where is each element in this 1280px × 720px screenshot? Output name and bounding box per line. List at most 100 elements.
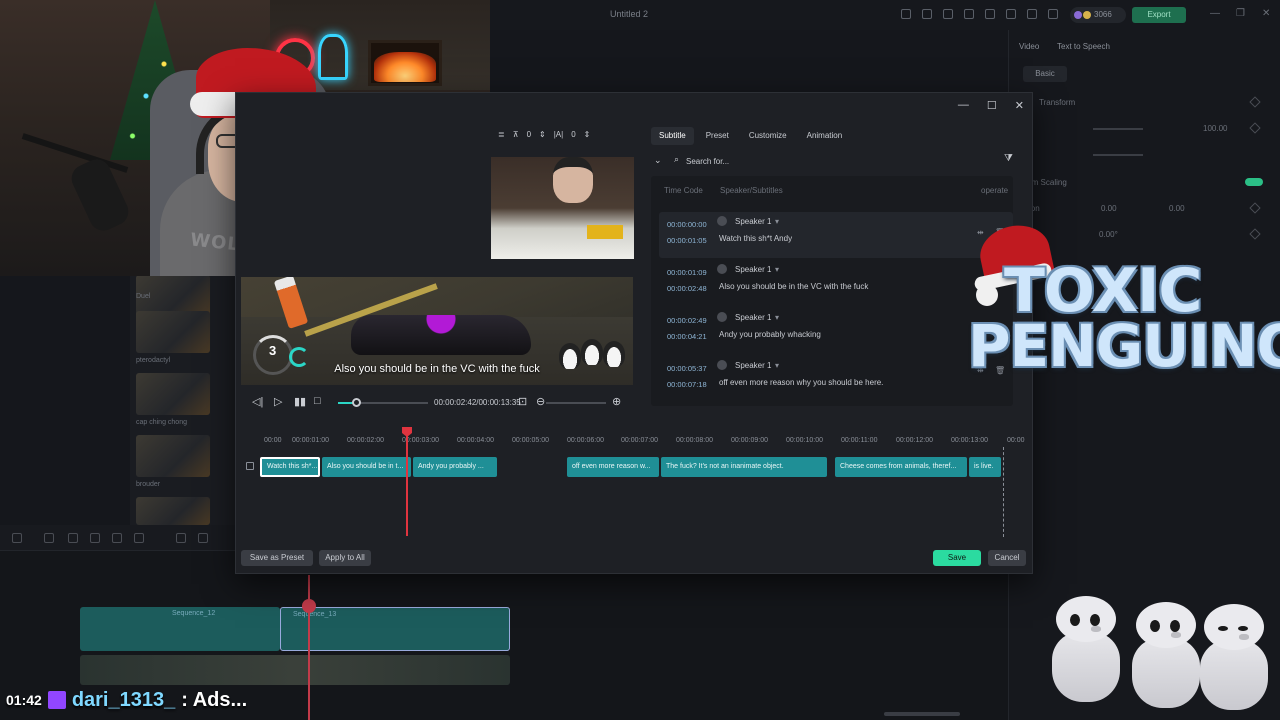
- track-clip[interactable]: Sequence_13: [280, 607, 510, 651]
- stepper-icon[interactable]: ⇕: [584, 130, 591, 139]
- tab-video[interactable]: Video: [1019, 42, 1039, 51]
- tab-basic[interactable]: Basic: [1023, 66, 1067, 82]
- keyframe-icon[interactable]: [1249, 122, 1261, 134]
- end-time[interactable]: 00:00:01:05: [667, 236, 707, 245]
- fit-icon[interactable]: ⊡: [518, 395, 527, 408]
- letter-spacing-icon[interactable]: |A|: [554, 130, 564, 139]
- zoom-in-icon[interactable]: ⊕: [612, 395, 621, 408]
- save-as-preset-button[interactable]: Save as Preset: [241, 550, 313, 566]
- minimize-icon[interactable]: —: [958, 99, 969, 112]
- timeline-playhead[interactable]: [308, 575, 310, 720]
- playhead-handle[interactable]: [302, 599, 316, 613]
- undo-icon[interactable]: [68, 533, 78, 543]
- media-thumbnail[interactable]: [136, 373, 210, 415]
- end-time[interactable]: 00:00:02:48: [667, 284, 707, 293]
- cancel-button[interactable]: Cancel: [988, 550, 1026, 566]
- send-icon[interactable]: [922, 9, 932, 19]
- scale-slider[interactable]: [1093, 128, 1143, 130]
- apply-to-all-button[interactable]: Apply to All: [319, 550, 371, 566]
- speaker-name[interactable]: Speaker 1: [735, 265, 771, 274]
- subtitle-row[interactable]: 00:00:02:49 00:00:04:21 Speaker 1 ▾ Andy…: [659, 308, 1013, 354]
- layout-icon[interactable]: [964, 9, 974, 19]
- gift-icon[interactable]: [901, 9, 911, 19]
- line-height-icon[interactable]: ⊼: [513, 130, 519, 139]
- minimize-icon[interactable]: —: [1210, 8, 1220, 19]
- subtitle-clip[interactable]: Andy you probably ...: [413, 457, 497, 477]
- grid-icon[interactable]: [1048, 9, 1058, 19]
- subtitle-clip[interactable]: The fuck? It's not an inanimate object.: [661, 457, 827, 477]
- subtitle-clip[interactable]: Also you should be in t...: [322, 457, 411, 477]
- pause-icon[interactable]: ▮▮: [294, 395, 306, 408]
- position-x[interactable]: 0.00: [1101, 204, 1117, 213]
- save-icon[interactable]: [943, 9, 953, 19]
- chevron-down-icon[interactable]: ▾: [775, 361, 779, 370]
- subtitle-text[interactable]: off even more reason why you should be h…: [719, 378, 883, 387]
- close-icon[interactable]: ✕: [1262, 8, 1270, 19]
- play-icon[interactable]: ▷: [274, 395, 282, 408]
- letter-spacing-value[interactable]: 0: [571, 130, 575, 139]
- start-time[interactable]: 00:00:02:49: [667, 316, 707, 325]
- media-thumbnail[interactable]: [136, 311, 210, 353]
- chevron-down-icon[interactable]: ▾: [775, 313, 779, 322]
- subtitle-clip[interactable]: is live.: [969, 457, 1001, 477]
- start-time[interactable]: 00:00:05:37: [667, 364, 707, 373]
- subtitle-text[interactable]: Andy you probably whacking: [719, 330, 821, 339]
- export-button[interactable]: Export: [1132, 7, 1186, 23]
- maximize-icon[interactable]: ❐: [1236, 8, 1245, 19]
- progress-knob[interactable]: [352, 398, 361, 407]
- keyframe-icon[interactable]: [1249, 96, 1261, 108]
- tab-animation[interactable]: Animation: [799, 127, 851, 145]
- subtitle-clip[interactable]: Watch this sh*...: [260, 457, 320, 477]
- redo-icon[interactable]: [90, 533, 100, 543]
- line-height-value[interactable]: 0: [527, 130, 531, 139]
- playhead[interactable]: [406, 433, 408, 536]
- scale-value[interactable]: 100.00: [1203, 124, 1227, 133]
- text-icon[interactable]: [176, 533, 186, 543]
- tab-text-to-speech[interactable]: Text to Speech: [1057, 42, 1110, 51]
- audio-track[interactable]: [80, 655, 510, 685]
- crop-icon[interactable]: [198, 533, 208, 543]
- stop-icon[interactable]: □: [314, 395, 321, 407]
- position-y[interactable]: 0.00: [1169, 204, 1185, 213]
- speaker-name[interactable]: Speaker 1: [735, 217, 771, 226]
- filter-icon[interactable]: ⧩: [1004, 153, 1013, 164]
- layout-icon[interactable]: [12, 533, 22, 543]
- video-preview[interactable]: 3 Also you should be in the VC with the …: [241, 277, 633, 385]
- keyboard-icon[interactable]: [985, 9, 995, 19]
- cloud-icon[interactable]: [1006, 9, 1016, 19]
- playback-progress[interactable]: [338, 398, 428, 407]
- opacity-slider[interactable]: [1093, 154, 1143, 156]
- delete-icon[interactable]: [112, 533, 122, 543]
- speaker-name[interactable]: Speaker 1: [735, 313, 771, 322]
- keyframe-icon[interactable]: [1249, 202, 1261, 214]
- chevron-down-icon[interactable]: ▾: [775, 265, 779, 274]
- tab-preset[interactable]: Preset: [698, 127, 737, 145]
- stepper-icon[interactable]: ⇕: [539, 130, 546, 139]
- cut-icon[interactable]: [134, 533, 144, 543]
- subtitle-clip[interactable]: off even more reason w...: [567, 457, 659, 477]
- maximize-icon[interactable]: ☐: [987, 99, 997, 112]
- align-icon[interactable]: ≣: [498, 130, 505, 139]
- chevron-down-icon[interactable]: ⌄: [654, 155, 662, 166]
- previous-frame-icon[interactable]: ◁|: [252, 395, 263, 408]
- subtitle-text[interactable]: Also you should be in the VC with the fu…: [719, 282, 868, 291]
- media-thumbnail[interactable]: [136, 497, 210, 525]
- horizontal-scrollbar[interactable]: [884, 712, 960, 716]
- save-button[interactable]: Save: [933, 550, 981, 566]
- end-time[interactable]: 00:00:04:21: [667, 332, 707, 341]
- end-time[interactable]: 00:00:07:18: [667, 380, 707, 389]
- search-input[interactable]: [686, 153, 966, 169]
- media-thumbnail[interactable]: [136, 435, 210, 477]
- start-time[interactable]: 00:00:00:00: [667, 220, 707, 229]
- credits-badge[interactable]: 3066: [1070, 7, 1126, 23]
- speaker-name[interactable]: Speaker 1: [735, 361, 771, 370]
- track-clip[interactable]: Sequence_12: [80, 607, 280, 651]
- headset-icon[interactable]: [1027, 9, 1037, 19]
- playhead-handle[interactable]: [402, 427, 412, 437]
- tab-customize[interactable]: Customize: [741, 127, 795, 145]
- tab-subtitle[interactable]: Subtitle: [651, 127, 694, 145]
- close-icon[interactable]: ✕: [1015, 99, 1024, 112]
- subtitle-row[interactable]: 00:00:05:37 00:00:07:18 Speaker 1 ▾ off …: [659, 356, 1013, 402]
- subtitle-row[interactable]: 00:00:01:09 00:00:02:48 Speaker 1 ▾ Also…: [659, 260, 1013, 306]
- zoom-out-icon[interactable]: ⊖: [536, 395, 545, 408]
